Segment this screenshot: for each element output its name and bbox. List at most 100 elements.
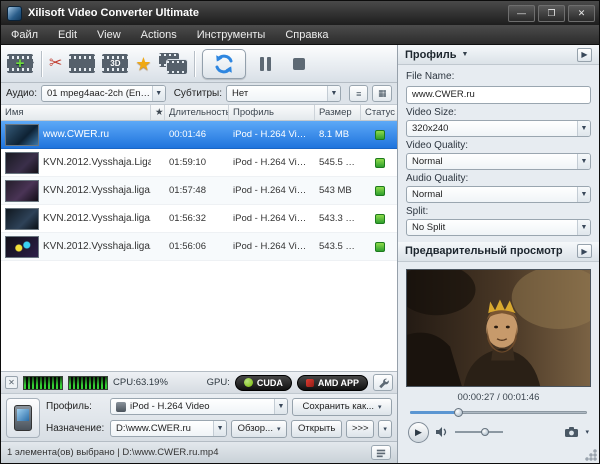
3d-convert-icon[interactable]: 3D xyxy=(102,54,128,73)
collapse-panel-button[interactable]: ▶ xyxy=(577,48,592,62)
preview-panel-header[interactable]: Предварительный просмотр ▶ xyxy=(398,242,599,262)
menu-actions[interactable]: Actions xyxy=(131,25,187,44)
status-ready-icon xyxy=(375,130,385,140)
video-thumbnail xyxy=(5,208,39,230)
app-icon xyxy=(7,6,22,21)
amd-logo-icon xyxy=(306,379,314,387)
file-list-empty-area[interactable] xyxy=(1,261,397,371)
column-header-duration[interactable]: Длительность xyxy=(165,105,229,120)
resize-grip[interactable] xyxy=(584,448,597,461)
file-name: KVN.2012.Vysshaja.liga.Vtoraja.igra... xyxy=(43,241,151,252)
duration-cell: 01:56:06 xyxy=(165,241,229,252)
minimize-button[interactable]: — xyxy=(508,5,535,22)
video-thumbnail xyxy=(5,124,39,146)
add-file-button[interactable]: + ▾ xyxy=(7,54,34,73)
right-panel: Профиль ▼ ▶ File Name: Video Size: 320x2… xyxy=(398,45,599,463)
close-button[interactable]: ✕ xyxy=(568,5,595,22)
cpu-usage-text: CPU:63.19% xyxy=(113,377,168,388)
stop-button[interactable] xyxy=(286,49,312,79)
browse-button[interactable]: Обзор... ▾ xyxy=(231,420,287,438)
status-ready-icon xyxy=(375,214,385,224)
play-button[interactable]: ▶ xyxy=(408,422,429,443)
snapshot-dropdown-arrow-icon[interactable]: ▾ xyxy=(585,428,589,436)
preview-header-label: Предварительный просмотр xyxy=(405,245,563,257)
volume-button[interactable] xyxy=(435,426,449,438)
chevron-down-icon: ▼ xyxy=(577,154,590,169)
table-row[interactable]: KVN.2012.Vysshaja.Liga.1.4.Finala.I... 0… xyxy=(1,149,397,177)
file-name-input[interactable] xyxy=(406,86,591,104)
status-ready-icon xyxy=(375,186,385,196)
seek-handle[interactable] xyxy=(454,408,463,417)
amd-app-toggle[interactable]: AMD APP xyxy=(297,375,368,391)
menu-edit[interactable]: Edit xyxy=(48,25,87,44)
table-row[interactable]: www.CWER.ru 00:01:46 iPod - H.264 Video … xyxy=(1,121,397,149)
volume-slider[interactable] xyxy=(455,427,503,437)
ipod-device-icon xyxy=(14,405,32,431)
video-thumbnail xyxy=(5,236,39,258)
pause-button[interactable] xyxy=(253,49,279,79)
camera-icon xyxy=(564,426,579,438)
clip-scissors-icon[interactable]: ✂ xyxy=(49,56,62,72)
snapshot-button[interactable] xyxy=(564,426,579,438)
video-quality-select[interactable]: Normal ▼ xyxy=(406,153,591,170)
more-options-button[interactable]: >>> xyxy=(346,420,374,438)
performance-bar: ✕ CPU:63.19% GPU: CUDA AMD APP xyxy=(1,371,397,393)
audio-track-select[interactable]: 01 mpeg4aac-2ch (English) ▼ xyxy=(41,85,166,102)
status-list-button[interactable] xyxy=(371,445,391,460)
maximize-button[interactable]: ❐ xyxy=(538,5,565,22)
table-row[interactable]: KVN.2012.Vysshaja.liga.Vtoraja.igra... 0… xyxy=(1,233,397,261)
list-view-button[interactable]: ≡ xyxy=(349,85,369,102)
menu-tools[interactable]: Инструменты xyxy=(187,25,276,44)
duration-cell: 01:56:32 xyxy=(165,213,229,224)
convert-button[interactable] xyxy=(202,49,246,79)
cuda-toggle[interactable]: CUDA xyxy=(235,375,292,391)
audio-label: Аудио: xyxy=(6,88,37,99)
effects-icon[interactable] xyxy=(69,54,95,73)
profile-header-label: Профиль xyxy=(405,49,456,61)
video-thumbnail xyxy=(5,152,39,174)
menu-file[interactable]: Файл xyxy=(1,25,48,44)
file-list: www.CWER.ru 00:01:46 iPod - H.264 Video … xyxy=(1,121,397,371)
video-preview-screen[interactable] xyxy=(406,269,591,387)
column-header-profile[interactable]: Профиль xyxy=(229,105,315,120)
column-header-star[interactable]: ★ xyxy=(151,105,165,120)
wrench-icon xyxy=(377,377,389,389)
status-bar: 1 элемента(ов) выбрано | D:\www.CWER.ru.… xyxy=(1,441,397,463)
profile-panel-header[interactable]: Профиль ▼ ▶ xyxy=(398,45,599,65)
seek-bar[interactable] xyxy=(410,407,587,417)
video-size-select[interactable]: 320x240 ▼ xyxy=(406,120,591,137)
size-cell: 543.3 MB xyxy=(315,213,361,224)
settings-wrench-button[interactable] xyxy=(373,374,393,391)
snapshot-star-icon[interactable]: ★ xyxy=(135,55,151,73)
audio-quality-select[interactable]: Normal ▼ xyxy=(406,186,591,203)
seek-progress xyxy=(410,411,456,414)
cpu-meter xyxy=(23,376,63,390)
merge-icon[interactable] xyxy=(159,53,187,75)
column-header-name[interactable]: Имя xyxy=(1,105,151,120)
subtitle-select[interactable]: Нет ▼ xyxy=(226,85,341,102)
title-bar[interactable]: Xilisoft Video Converter Ultimate — ❐ ✕ xyxy=(1,1,599,25)
device-preview-box xyxy=(6,398,40,438)
table-row[interactable]: KVN.2012.Vysshaja.liga.Chetvertaja... 01… xyxy=(1,177,397,205)
collapse-panel-button[interactable]: ▶ xyxy=(577,244,592,258)
meter-close-icon[interactable]: ✕ xyxy=(5,376,18,389)
gpu-label: GPU: xyxy=(207,377,230,388)
table-row[interactable]: KVN.2012.Vysshaja.liga.Tretija.igra.(...… xyxy=(1,205,397,233)
thumbnail-view-button[interactable]: ▦ xyxy=(372,85,392,102)
save-as-button[interactable]: Сохранить как... ▾ xyxy=(292,398,392,416)
volume-handle[interactable] xyxy=(481,428,489,436)
split-select[interactable]: No Split ▼ xyxy=(406,219,591,236)
menu-view[interactable]: View xyxy=(87,25,131,44)
column-header-status[interactable]: Статус xyxy=(361,105,398,120)
app-window: Xilisoft Video Converter Ultimate — ❐ ✕ … xyxy=(0,0,600,464)
extra-dropdown-button[interactable]: ▾ xyxy=(378,420,392,438)
output-profile-select[interactable]: iPod - H.264 Video ▼ xyxy=(110,398,288,415)
menu-help[interactable]: Справка xyxy=(275,25,338,44)
window-title: Xilisoft Video Converter Ultimate xyxy=(28,7,505,19)
video-size-label: Video Size: xyxy=(406,107,591,118)
destination-select[interactable]: D:\www.CWER.ru ▼ xyxy=(110,420,227,437)
column-header-size[interactable]: Размер xyxy=(315,105,361,120)
list-icon xyxy=(376,448,386,458)
speaker-icon xyxy=(435,426,449,438)
open-button[interactable]: Открыть xyxy=(291,420,342,438)
